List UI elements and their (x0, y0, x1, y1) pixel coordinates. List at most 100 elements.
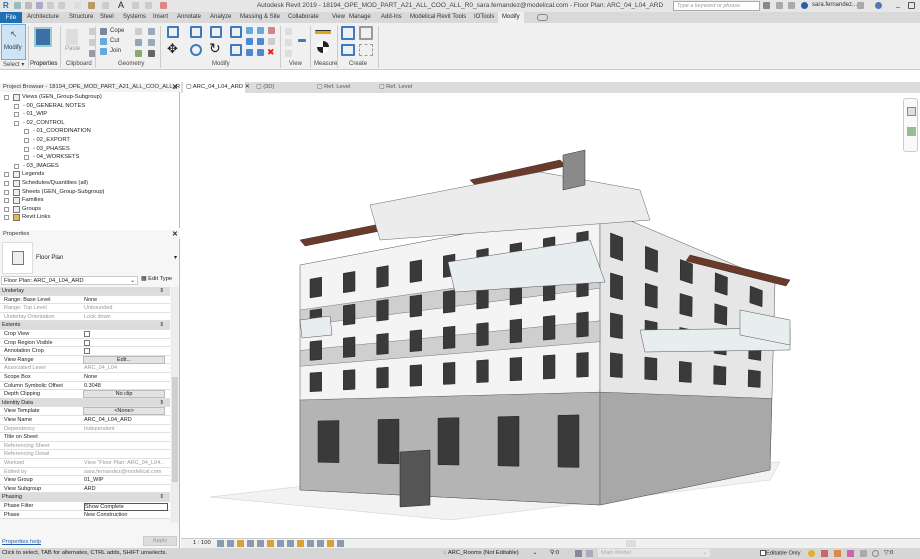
rotate-icon[interactable]: ↻ (209, 40, 221, 57)
temp-hide-icon[interactable] (287, 540, 294, 547)
expand-toggle[interactable] (14, 120, 19, 126)
join-icon[interactable] (100, 48, 107, 55)
browser-item[interactable]: Groups (22, 206, 41, 212)
design-options-menu-icon[interactable] (586, 550, 593, 557)
ribbon-toggle-icon[interactable] (537, 14, 548, 21)
mirror-axis-icon[interactable] (210, 26, 222, 38)
zoom-icon[interactable] (907, 127, 916, 136)
cut-button[interactable]: Cut (110, 38, 119, 44)
worksharing-display[interactable]: ⚲:0 (550, 550, 559, 556)
shadows-icon[interactable] (247, 540, 254, 547)
tab-insert[interactable]: Insert (153, 14, 168, 20)
crop-view-icon[interactable] (267, 540, 274, 547)
trim-extend-icon[interactable] (230, 44, 242, 56)
expand-toggle[interactable] (4, 181, 9, 186)
browser-item[interactable]: - 01_COORDINATION (33, 128, 91, 134)
view-filter-icon[interactable] (298, 39, 306, 42)
collapse-icon[interactable]: ⇕ (159, 400, 164, 406)
tab-collaborate[interactable]: Collaborate (288, 14, 319, 20)
drag-elements-icon[interactable] (860, 550, 867, 557)
close-browser-button[interactable]: ✕ (172, 83, 178, 91)
tab-view-3d[interactable]: ▢ {3D} (256, 84, 274, 90)
type-dropdown-arrow[interactable]: ▾ (174, 254, 177, 261)
select-by-face-icon[interactable] (847, 550, 854, 557)
delete-icon[interactable]: ✖ (267, 47, 275, 58)
tab-add-ins[interactable]: Add-Ins (381, 14, 402, 20)
create-parts-icon[interactable] (359, 26, 373, 40)
cope-icon[interactable] (100, 28, 107, 35)
tab-analyze[interactable]: Analyze (210, 14, 231, 20)
filter-count[interactable]: ▽:0 (884, 550, 893, 556)
tab-view-ref-level[interactable]: ▢ Ref. Level (317, 84, 350, 90)
subscription-icon[interactable] (776, 2, 783, 9)
expand-toggle[interactable] (4, 215, 9, 221)
help-icon[interactable] (875, 2, 882, 9)
demolish-icon[interactable] (148, 39, 155, 46)
split-gap-icon[interactable] (257, 27, 264, 34)
rendering-icon[interactable] (257, 540, 264, 547)
expand-toggle[interactable] (14, 112, 19, 118)
expand-toggle[interactable] (24, 129, 29, 135)
collapse-icon[interactable] (337, 540, 344, 547)
wall-joins-icon[interactable] (135, 39, 142, 46)
cope-button[interactable]: Cope (110, 28, 124, 34)
background-processes-icon[interactable] (872, 550, 879, 557)
override-graphics-icon[interactable] (285, 39, 292, 46)
tab-view-arc-04[interactable]: ▢ ARC_04_L04_ARD ✕ (183, 82, 250, 93)
property-button[interactable]: No clip (83, 390, 165, 399)
reveal-hidden-icon[interactable] (297, 540, 304, 547)
property-value[interactable]: None (84, 374, 168, 380)
redo-icon[interactable] (58, 2, 65, 9)
create-group-icon[interactable] (341, 44, 355, 56)
expand-toggle[interactable] (24, 138, 29, 143)
cut-geometry-icon[interactable] (100, 38, 107, 45)
properties-scrollbar[interactable] (171, 287, 179, 523)
cart-icon[interactable] (857, 2, 864, 9)
close-tab-icon[interactable]: ✕ (245, 84, 250, 90)
property-value[interactable]: 0.3048 (84, 383, 168, 389)
beam-join-icon[interactable] (135, 50, 142, 57)
browser-item[interactable]: - 03_PHASES (33, 146, 70, 152)
analytical-model-icon[interactable] (317, 540, 324, 547)
property-checkbox[interactable] (84, 339, 90, 346)
join-button[interactable]: Join (110, 48, 121, 54)
dimension-icon[interactable] (317, 41, 329, 53)
measure-line-icon[interactable] (315, 30, 331, 34)
browser-item[interactable]: Revit Links (22, 214, 50, 220)
switch-windows-icon[interactable] (160, 2, 167, 9)
temp-view-props-icon[interactable] (307, 540, 314, 547)
browser-item[interactable]: Sheets (GEN_Group-Subgroup) (22, 189, 105, 195)
tab-structure[interactable]: Structure (69, 14, 93, 20)
steering-wheel-icon[interactable] (907, 107, 916, 116)
open-icon[interactable] (14, 2, 21, 9)
property-value[interactable]: New Construction (84, 512, 168, 518)
help-search-input[interactable]: Type a keyword or phrase (673, 1, 760, 11)
tab-massing-site[interactable]: Massing & Site (240, 14, 280, 20)
design-option-dropdown[interactable]: Main Model ⌄ (598, 549, 710, 557)
print-icon[interactable] (74, 2, 81, 9)
edit-type-button[interactable]: ▦ Edit Type (141, 276, 172, 282)
expand-toggle[interactable] (4, 198, 9, 204)
tab-annotate[interactable]: Annotate (177, 14, 201, 20)
tag-icon[interactable] (102, 2, 109, 9)
expand-toggle[interactable] (4, 206, 9, 212)
user-icon[interactable] (801, 2, 808, 9)
linework-icon[interactable] (285, 50, 292, 57)
tab-manage[interactable]: Manage (349, 14, 371, 20)
tab-file[interactable]: File (0, 12, 22, 23)
highlight-displacement-icon[interactable] (327, 540, 334, 547)
modify-button[interactable]: ↖ Modify (1, 24, 26, 60)
detail-level-icon[interactable] (217, 540, 224, 547)
browser-item[interactable]: Families (22, 197, 44, 203)
browser-item[interactable]: - 04_WORKSETS (33, 154, 79, 160)
crop-region-icon[interactable] (277, 540, 284, 547)
close-properties-button[interactable]: ✕ (172, 230, 178, 238)
wrench-icon[interactable] (148, 50, 155, 57)
tab-modify[interactable]: Modify (498, 12, 524, 23)
paste-icon[interactable] (66, 29, 78, 45)
split-element-icon[interactable] (246, 27, 253, 34)
property-checkbox[interactable] (84, 348, 90, 355)
property-value[interactable]: None (84, 297, 168, 303)
scrollbar-thumb[interactable] (172, 377, 178, 482)
property-section[interactable]: Underlay ⇕ (0, 287, 170, 296)
